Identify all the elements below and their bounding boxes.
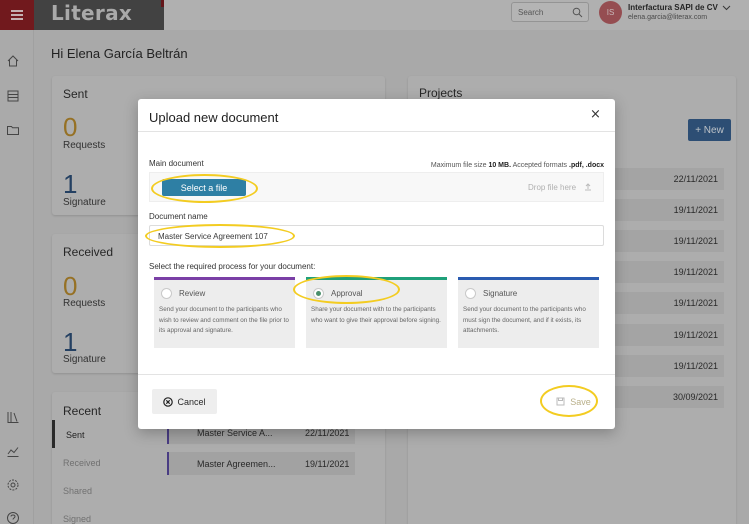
cancel-button[interactable]: Cancel: [152, 389, 217, 414]
process-option-review[interactable]: Review Send your document to the partici…: [154, 277, 295, 348]
review-radio[interactable]: [161, 288, 172, 299]
save-label: Save: [570, 396, 591, 407]
approval-title: Approval: [331, 289, 363, 298]
process-label: Select the required process for your doc…: [149, 262, 316, 271]
process-option-signature[interactable]: Signature Send your document to the part…: [458, 277, 599, 348]
select-file-button[interactable]: Select a file: [162, 179, 246, 196]
formats: .pdf, .docx: [569, 162, 604, 169]
cancel-icon: [163, 396, 174, 407]
document-name-label: Document name: [149, 212, 208, 221]
cancel-label: Cancel: [177, 396, 206, 407]
review-description: Send your document to the participants w…: [159, 306, 289, 334]
signature-radio[interactable]: [465, 288, 476, 299]
approval-description: Share your document with to the particip…: [311, 306, 441, 324]
signature-description: Send your document to the participants w…: [463, 306, 586, 334]
drop-hint: Drop file here: [528, 183, 577, 192]
divider: [138, 131, 615, 132]
max-size: 10 MB.: [488, 162, 512, 169]
upload-dialog: Upload new document × Main document Maxi…: [138, 99, 615, 429]
formats-prefix: Accepted formats: [511, 162, 569, 169]
save-button[interactable]: Save: [546, 393, 601, 410]
review-title: Review: [179, 289, 206, 298]
main-document-label: Main document: [149, 159, 204, 168]
file-limits: Maximum file size 10 MB. Accepted format…: [431, 162, 604, 169]
process-option-approval[interactable]: Approval Share your document with to the…: [306, 277, 447, 348]
approval-radio[interactable]: [313, 288, 324, 299]
divider: [138, 374, 615, 375]
document-name-field[interactable]: Master Service Agreement 107: [149, 225, 604, 246]
max-prefix: Maximum file size: [430, 162, 489, 169]
dialog-title: Upload new document: [149, 110, 279, 125]
close-icon[interactable]: ×: [590, 107, 601, 122]
upload-icon: [585, 183, 591, 191]
save-icon: [556, 397, 565, 406]
signature-title: Signature: [483, 289, 518, 298]
